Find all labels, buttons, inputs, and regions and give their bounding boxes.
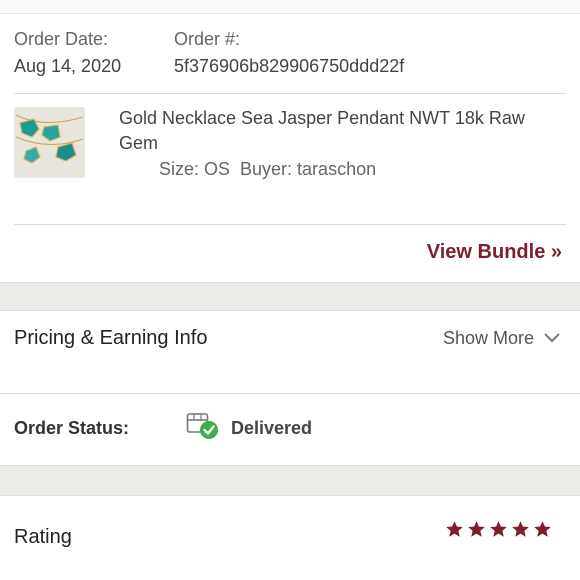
order-status-label: Order Status: [14, 418, 130, 438]
order-item[interactable]: Gold Necklace Sea Jasper Pendant NWT 18k… [0, 94, 580, 224]
item-title[interactable]: Gold Necklace Sea Jasper Pendant NWT 18k… [119, 106, 559, 156]
rating-label: Rating [14, 526, 72, 548]
product-photo-icon [14, 107, 85, 178]
redacted-area [12, 357, 226, 383]
section-spacer [0, 282, 580, 311]
star-icon [534, 521, 551, 537]
star-icon [490, 521, 507, 537]
star-icon [468, 521, 485, 537]
delivered-package-check-icon [186, 413, 218, 439]
pricing-title: Pricing & Earning Info [14, 327, 208, 349]
top-strip [0, 0, 580, 14]
product-thumbnail[interactable] [14, 107, 85, 178]
section-spacer [0, 465, 580, 496]
order-date-value: Aug 14, 2020 [14, 56, 122, 76]
chevron-down-icon [544, 333, 560, 343]
show-more-label: Show More [442, 328, 534, 348]
redacted-area [101, 157, 156, 181]
order-status-section: Order Status: Delivered [0, 394, 580, 464]
rating-section: Rating [0, 496, 580, 580]
star-icon [446, 521, 463, 537]
order-number-label: Order #: [174, 29, 241, 49]
order-meta: Order Date: Aug 14, 2020 Order #: 5f3769… [0, 14, 580, 82]
bundle-row: View Bundle » [0, 225, 580, 282]
order-status-value: Delivered [231, 418, 313, 438]
star-icon [512, 521, 529, 537]
order-date-label: Order Date: [14, 29, 109, 49]
redacted-area [101, 185, 301, 211]
rating-stars [445, 520, 552, 539]
order-date-block: Order Date: Aug 14, 2020 [14, 28, 121, 77]
show-more-button[interactable]: Show More [443, 325, 560, 351]
order-number-block: Order #: 5f376906b829906750ddd22f [174, 28, 404, 77]
pricing-earning-section: Pricing & Earning Info Show More [0, 311, 580, 393]
order-number-value: 5f376906b829906750ddd22f [174, 56, 405, 76]
item-details: Size: OS Buyer: taraschon [159, 159, 377, 179]
view-bundle-link[interactable]: View Bundle » [427, 239, 562, 265]
